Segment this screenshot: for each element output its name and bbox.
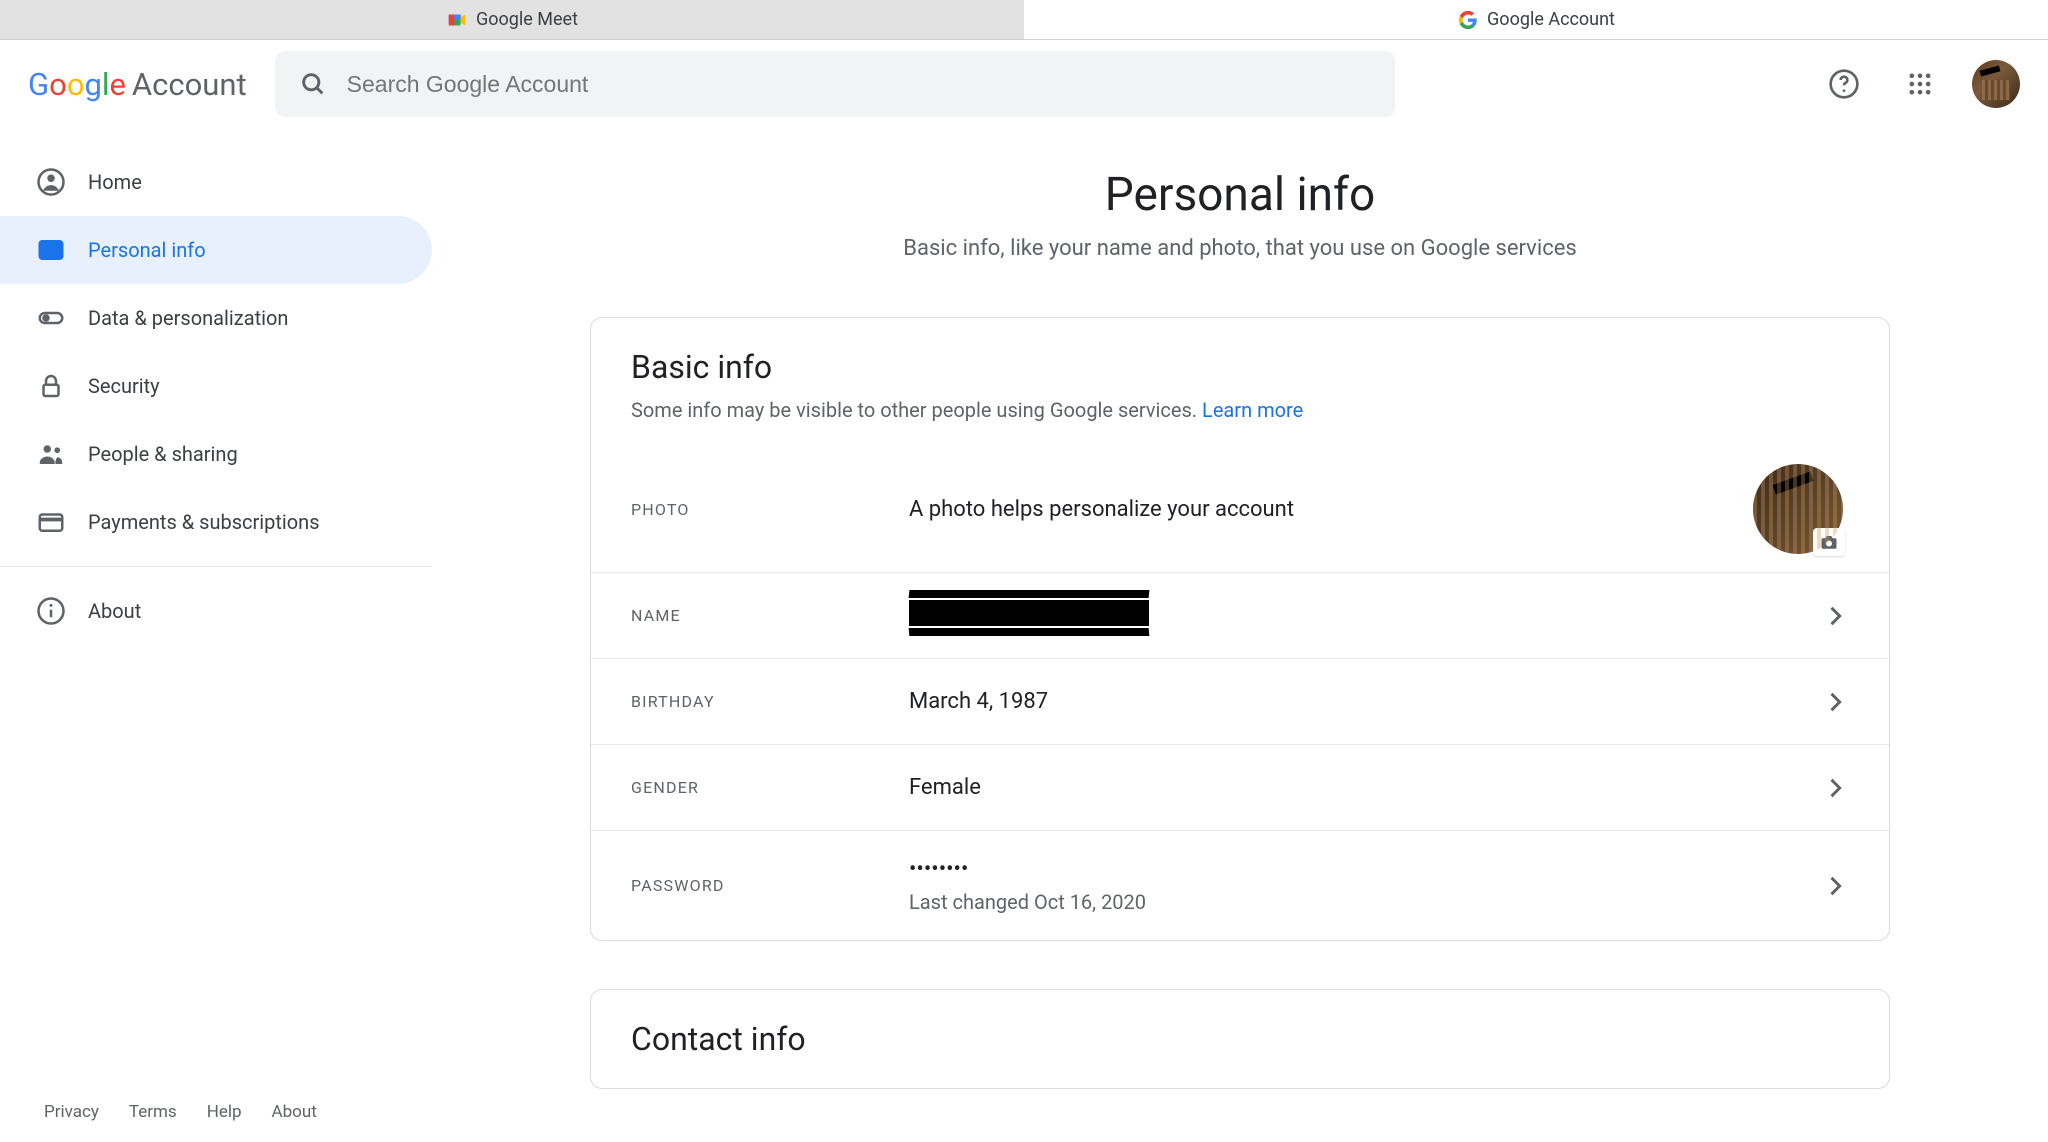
row-label: Birthday <box>631 692 909 711</box>
row-value: A photo helps personalize your account <box>909 497 1753 522</box>
sidebar-divider <box>0 566 432 567</box>
sidebar-item-label: Data & personalization <box>88 306 288 330</box>
sidebar-item-label: Security <box>88 374 160 398</box>
chevron-right-icon <box>1821 688 1849 716</box>
sidebar-item-home[interactable]: Home <box>0 148 432 216</box>
footer-terms[interactable]: Terms <box>129 1102 177 1122</box>
chevron-right-icon <box>1821 774 1849 802</box>
apps-grid-icon <box>1906 70 1934 98</box>
sidebar-item-label: People & sharing <box>88 442 238 466</box>
chevron-right-icon <box>1821 602 1849 630</box>
learn-more-link[interactable]: Learn more <box>1202 398 1303 422</box>
sidebar-item-payments[interactable]: Payments & subscriptions <box>0 488 432 556</box>
redacted-name <box>909 600 1149 626</box>
toggle-icon <box>36 303 66 333</box>
sidebar-item-personal-info[interactable]: Personal info <box>0 216 432 284</box>
apps-button[interactable] <box>1896 60 1944 108</box>
sidebar-item-security[interactable]: Security <box>0 352 432 420</box>
credit-card-icon <box>36 507 66 537</box>
google-account-logo[interactable]: Google Account <box>28 66 247 103</box>
footer-about[interactable]: About <box>272 1102 317 1122</box>
row-label: Photo <box>631 500 909 519</box>
page-title: Personal info <box>1105 168 1376 222</box>
password-dots: •••••••• <box>909 857 1821 882</box>
account-avatar[interactable] <box>1972 60 2020 108</box>
row-label: Password <box>631 876 909 895</box>
footer-links: Privacy Terms Help About <box>44 1102 317 1122</box>
app-header: Google Account <box>0 40 2048 128</box>
browser-tab-account[interactable]: Google Account <box>1024 0 2048 39</box>
sidebar-item-label: About <box>88 599 141 623</box>
person-circle-icon <box>36 167 66 197</box>
sidebar-nav: Home Personal info Data & personalizatio… <box>0 128 432 1142</box>
card-title: Contact info <box>631 1020 1849 1058</box>
search-icon <box>299 70 327 98</box>
browser-tab-bar: Google Meet Google Account <box>0 0 2048 40</box>
page-subtitle: Basic info, like your name and photo, th… <box>903 236 1576 261</box>
camera-icon <box>1820 534 1838 550</box>
tab-label: Google Meet <box>476 9 578 30</box>
contact-info-card: Contact info <box>590 989 1890 1089</box>
row-label: Gender <box>631 778 909 797</box>
browser-tab-meet[interactable]: Google Meet <box>0 0 1024 39</box>
lock-icon <box>36 371 66 401</box>
search-input[interactable] <box>347 71 1371 98</box>
row-birthday[interactable]: Birthday March 4, 1987 <box>591 658 1889 744</box>
id-card-icon <box>36 235 66 265</box>
row-value: Female <box>909 775 1821 800</box>
basic-info-card: Basic info Some info may be visible to o… <box>590 317 1890 941</box>
footer-privacy[interactable]: Privacy <box>44 1102 99 1122</box>
row-photo[interactable]: Photo A photo helps personalize your acc… <box>591 446 1889 572</box>
sidebar-item-people-sharing[interactable]: People & sharing <box>0 420 432 488</box>
password-last-changed: Last changed Oct 16, 2020 <box>909 890 1821 914</box>
row-value: March 4, 1987 <box>909 689 1821 714</box>
row-password[interactable]: Password •••••••• Last changed Oct 16, 2… <box>591 830 1889 940</box>
sidebar-item-label: Payments & subscriptions <box>88 510 320 534</box>
meet-icon <box>446 9 468 31</box>
chevron-right-icon <box>1821 872 1849 900</box>
google-g-icon <box>1457 9 1479 31</box>
help-icon <box>1828 68 1860 100</box>
camera-badge <box>1813 528 1845 556</box>
main-content: Personal info Basic info, like your name… <box>432 128 2048 1142</box>
card-subtitle: Some info may be visible to other people… <box>631 398 1849 422</box>
row-gender[interactable]: Gender Female <box>591 744 1889 830</box>
logo-account-word: Account <box>132 66 247 103</box>
row-value: •••••••• Last changed Oct 16, 2020 <box>909 857 1821 914</box>
sidebar-item-label: Personal info <box>88 238 206 262</box>
people-icon <box>36 439 66 469</box>
row-label: Name <box>631 606 909 625</box>
help-button[interactable] <box>1820 60 1868 108</box>
sidebar-item-data-personalization[interactable]: Data & personalization <box>0 284 432 352</box>
row-value <box>909 600 1821 632</box>
profile-photo[interactable] <box>1753 464 1843 554</box>
card-title: Basic info <box>631 348 1849 386</box>
row-name[interactable]: Name <box>591 572 1889 658</box>
info-icon <box>36 596 66 626</box>
sidebar-item-label: Home <box>88 170 142 194</box>
sidebar-item-about[interactable]: About <box>0 577 432 645</box>
tab-label: Google Account <box>1487 9 1615 30</box>
search-box[interactable] <box>275 51 1395 117</box>
footer-help[interactable]: Help <box>207 1102 242 1122</box>
